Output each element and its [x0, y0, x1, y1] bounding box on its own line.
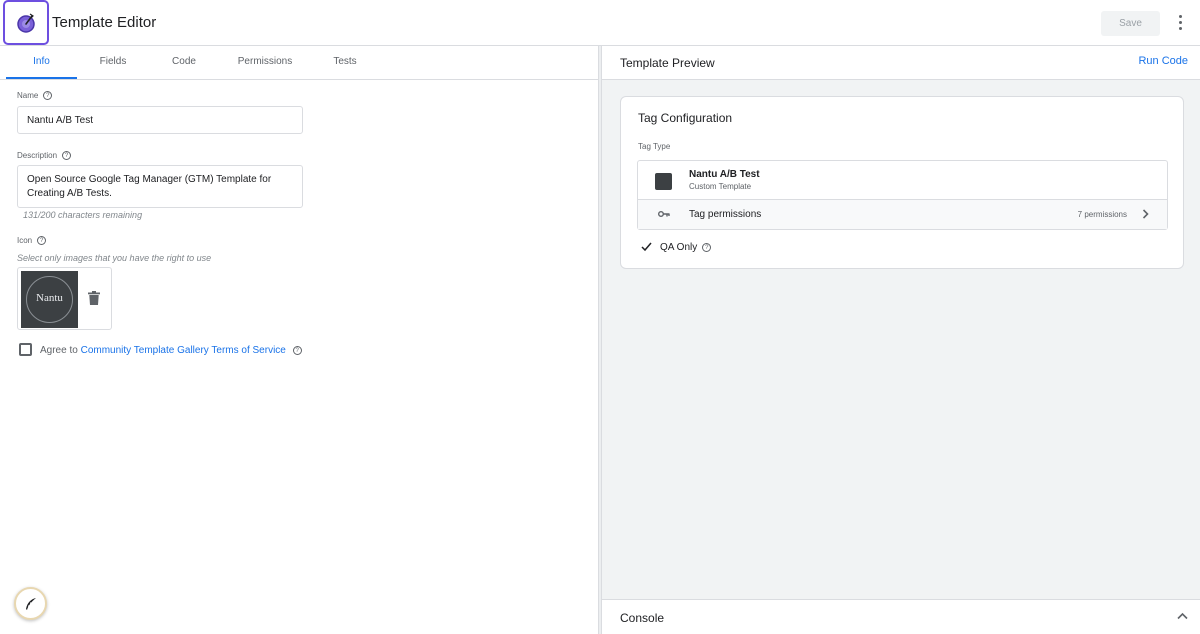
tag-configuration-card: Tag Configuration Tag Type Nantu A/B Tes…: [620, 96, 1184, 269]
qa-only-text: QA Only: [660, 242, 698, 253]
help-icon[interactable]: ?: [702, 242, 712, 252]
terms-prefix: Agree to: [40, 345, 78, 356]
tag-type-row[interactable]: Nantu A/B Test Custom Template: [638, 161, 1167, 200]
console-label: Console: [620, 611, 665, 625]
name-label-row: Name?: [17, 91, 53, 101]
page-title: Template Editor: [52, 14, 157, 31]
help-icon[interactable]: ?: [62, 151, 72, 161]
template-logo-button[interactable]: [3, 0, 49, 45]
tag-type-label: Tag Type: [638, 142, 671, 151]
preview-header: Template Preview Run Code: [602, 46, 1200, 80]
tag-type-box: Nantu A/B Test Custom Template Tag permi…: [637, 160, 1168, 230]
icon-hint: Select only images that you have the rig…: [17, 253, 212, 263]
editor-tabs: Info Fields Code Permissions Tests: [0, 46, 598, 80]
extension-fab-button[interactable]: [14, 587, 47, 620]
gtm-template-logo-icon: [17, 13, 35, 33]
icon-label-row: Icon?: [17, 236, 47, 246]
tag-name: Nantu A/B Test: [689, 169, 760, 180]
description-label-row: Description?: [17, 151, 72, 161]
tab-info[interactable]: Info: [6, 56, 77, 67]
terms-checkbox[interactable]: [19, 343, 32, 356]
check-icon: [641, 242, 652, 252]
name-label: Name: [17, 91, 39, 100]
preview-panel: Template Preview Run Code Tag Configurat…: [602, 46, 1200, 634]
name-input[interactable]: Nantu A/B Test: [17, 106, 303, 134]
run-code-button[interactable]: Run Code: [1138, 55, 1188, 67]
tag-type: Custom Template: [689, 182, 752, 191]
key-icon: [658, 211, 670, 217]
editor-panel: Info Fields Code Permissions Tests Name?…: [0, 46, 598, 634]
qa-only-label: QA Only?: [660, 242, 712, 253]
tab-code[interactable]: Code: [158, 56, 210, 67]
help-icon[interactable]: ?: [43, 91, 53, 101]
save-button[interactable]: Save: [1101, 11, 1160, 36]
icon-label: Icon: [17, 236, 33, 245]
terms-link[interactable]: Community Template Gallery Terms of Serv…: [81, 345, 286, 356]
description-label: Description: [17, 151, 58, 160]
terms-text: Agree to Community Template Gallery Term…: [40, 345, 302, 356]
icon-upload-card: Nantu: [17, 267, 112, 330]
tag-permissions-label: Tag permissions: [689, 209, 762, 220]
preview-title: Template Preview: [620, 56, 715, 70]
tag-permissions-row[interactable]: Tag permissions 7 permissions: [638, 200, 1167, 229]
tab-tests[interactable]: Tests: [320, 56, 370, 67]
tab-permissions[interactable]: Permissions: [228, 56, 302, 67]
permissions-count: 7 permissions: [1077, 210, 1127, 219]
help-icon[interactable]: ?: [292, 345, 302, 355]
tag-thumbnail: [655, 173, 672, 190]
help-icon[interactable]: ?: [37, 236, 47, 246]
characters-remaining: 131/200 characters remaining: [23, 210, 143, 220]
active-tab-indicator: [6, 77, 77, 79]
delete-icon[interactable]: [88, 291, 100, 305]
description-textarea[interactable]: Open Source Google Tag Manager (GTM) Tem…: [17, 165, 303, 208]
template-icon-image[interactable]: Nantu: [21, 271, 78, 328]
kebab-menu-icon[interactable]: [1174, 13, 1186, 33]
icon-image-text: Nantu: [36, 292, 63, 304]
card-title: Tag Configuration: [638, 111, 733, 125]
chevron-up-icon[interactable]: [1177, 612, 1188, 620]
tab-fields[interactable]: Fields: [85, 56, 141, 67]
app-header: Template Editor Save: [0, 0, 1200, 46]
feather-icon: [26, 598, 36, 610]
chevron-right-icon: [1142, 209, 1149, 219]
console-bar[interactable]: Console: [602, 599, 1200, 634]
